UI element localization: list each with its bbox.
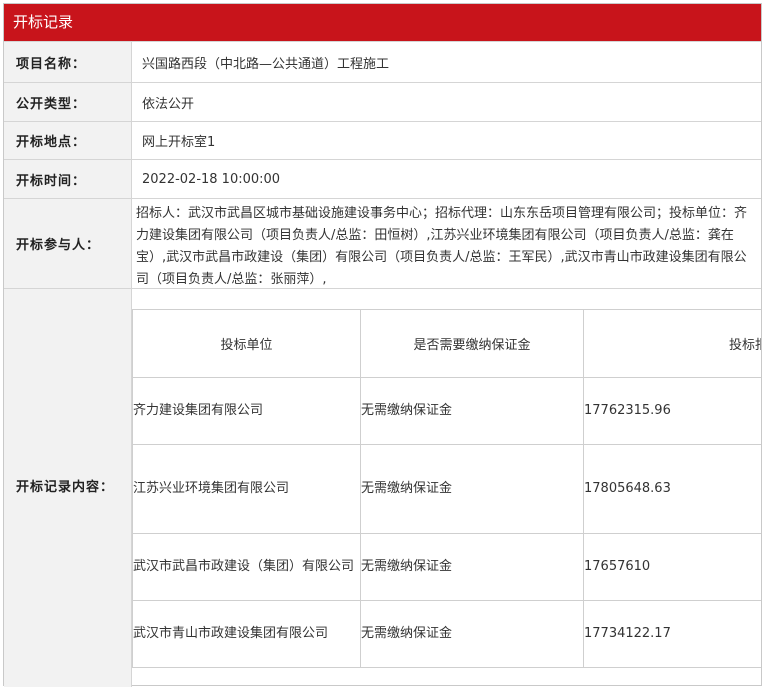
price-column-header: 投标报价（元） (583, 309, 761, 378)
bidder-column-header: 投标单位 (132, 309, 361, 378)
table-row: 武汉市青山市政建设集团有限公司 无需缴纳保证金 17734122.17 (132, 600, 761, 668)
location-value: 网上开标室1 (142, 135, 216, 150)
row-record-content: 开标记录内容： 投标单位 是否需要缴纳保证金 投标报价（元） (4, 288, 761, 687)
deposit-column-header: 是否需要缴纳保证金 (360, 309, 584, 378)
row-project-name: 项目名称： 兴国路西段（中北路—公共通道）工程施工 (4, 41, 761, 82)
deposit-cell: 无需缴纳保证金 (360, 600, 584, 668)
price-cell: 17805648.63 (583, 444, 761, 534)
bidder-cell: 武汉市武昌市政建设（集团）有限公司 (132, 533, 361, 601)
bid-table-header-row: 投标单位 是否需要缴纳保证金 投标报价（元） (132, 309, 761, 378)
time-value: 2022-02-18 10:00:00 (142, 171, 281, 187)
participants-label: 开标参与人： (4, 199, 132, 288)
disclosure-type-label: 公开类型： (4, 83, 132, 121)
table-row: 武汉市武昌市政建设（集团）有限公司 无需缴纳保证金 17657610 (132, 533, 761, 601)
disclosure-type-value: 依法公开 (142, 96, 195, 112)
bid-opening-record-panel: 开标记录 项目名称： 兴国路西段（中北路—公共通道）工程施工 公开类型： 依法公… (3, 3, 762, 687)
row-participants: 开标参与人： 招标人：武汉市武昌区城市基础设施建设事务中心；招标代理：山东东岳项… (4, 198, 761, 288)
bidder-cell: 江苏兴业环境集团有限公司 (132, 444, 361, 534)
project-name-label: 项目名称： (4, 42, 132, 82)
deposit-cell: 无需缴纳保证金 (360, 444, 584, 534)
price-cell: 17734122.17 (583, 600, 761, 668)
participants-value: 招标人：武汉市武昌区城市基础设施建设事务中心；招标代理：山东东岳项目管理有限公司… (136, 206, 748, 287)
row-location: 开标地点： 网上开标室1 (4, 121, 761, 159)
table-row: 江苏兴业环境集团有限公司 无需缴纳保证金 17805648.63 (132, 444, 761, 534)
bidder-cell: 武汉市青山市政建设集团有限公司 (132, 600, 361, 668)
row-time: 开标时间： 2022-02-18 10:00:00 (4, 159, 761, 198)
record-content-label: 开标记录内容： (4, 289, 132, 687)
bid-table: 投标单位 是否需要缴纳保证金 投标报价（元） 齐力建设集团有限公司 无需缴纳保证… (132, 309, 761, 668)
row-disclosure-type: 公开类型： 依法公开 (4, 82, 761, 121)
bid-table-container: 投标单位 是否需要缴纳保证金 投标报价（元） 齐力建设集团有限公司 无需缴纳保证… (132, 289, 761, 687)
project-name-value: 兴国路西段（中北路—公共通道）工程施工 (142, 56, 390, 72)
table-row: 齐力建设集团有限公司 无需缴纳保证金 17762315.96 (132, 377, 761, 445)
deposit-cell: 无需缴纳保证金 (360, 377, 584, 445)
bidder-cell: 齐力建设集团有限公司 (132, 377, 361, 445)
panel-title: 开标记录 (4, 4, 761, 41)
location-label: 开标地点： (4, 122, 132, 159)
price-cell: 17657610 (583, 533, 761, 601)
deposit-cell: 无需缴纳保证金 (360, 533, 584, 601)
price-cell: 17762315.96 (583, 377, 761, 445)
time-label: 开标时间： (4, 160, 132, 198)
